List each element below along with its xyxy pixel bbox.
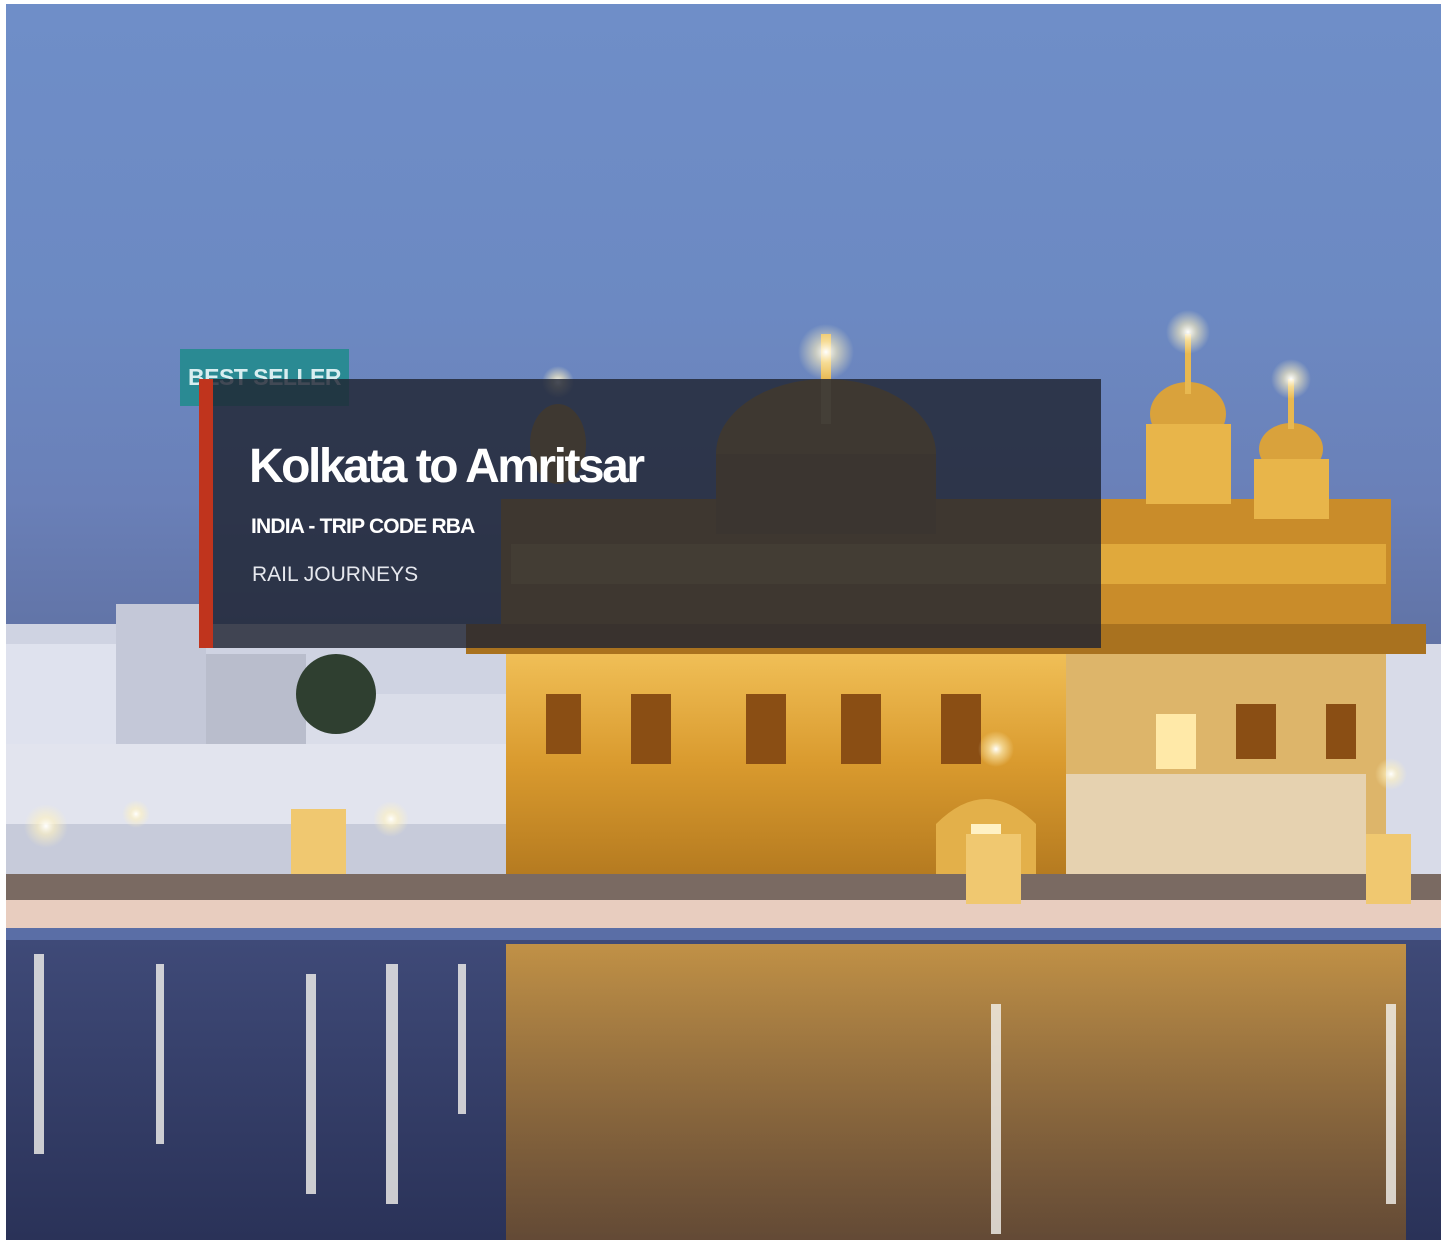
tour-title[interactable]: Kolkata to Amritsar [249, 437, 645, 497]
tour-info-panel[interactable]: Kolkata to Amritsar INDIA - TRIP CODE RB… [199, 379, 1101, 648]
tour-hero-card[interactable]: BEST SELLER Kolkata to Amritsar INDIA - … [6, 4, 1441, 1240]
tour-category-label: RAIL JOURNEYS [252, 563, 419, 586]
accent-stripe [199, 379, 213, 648]
trip-code-label: INDIA - TRIP CODE RBA [251, 515, 475, 538]
